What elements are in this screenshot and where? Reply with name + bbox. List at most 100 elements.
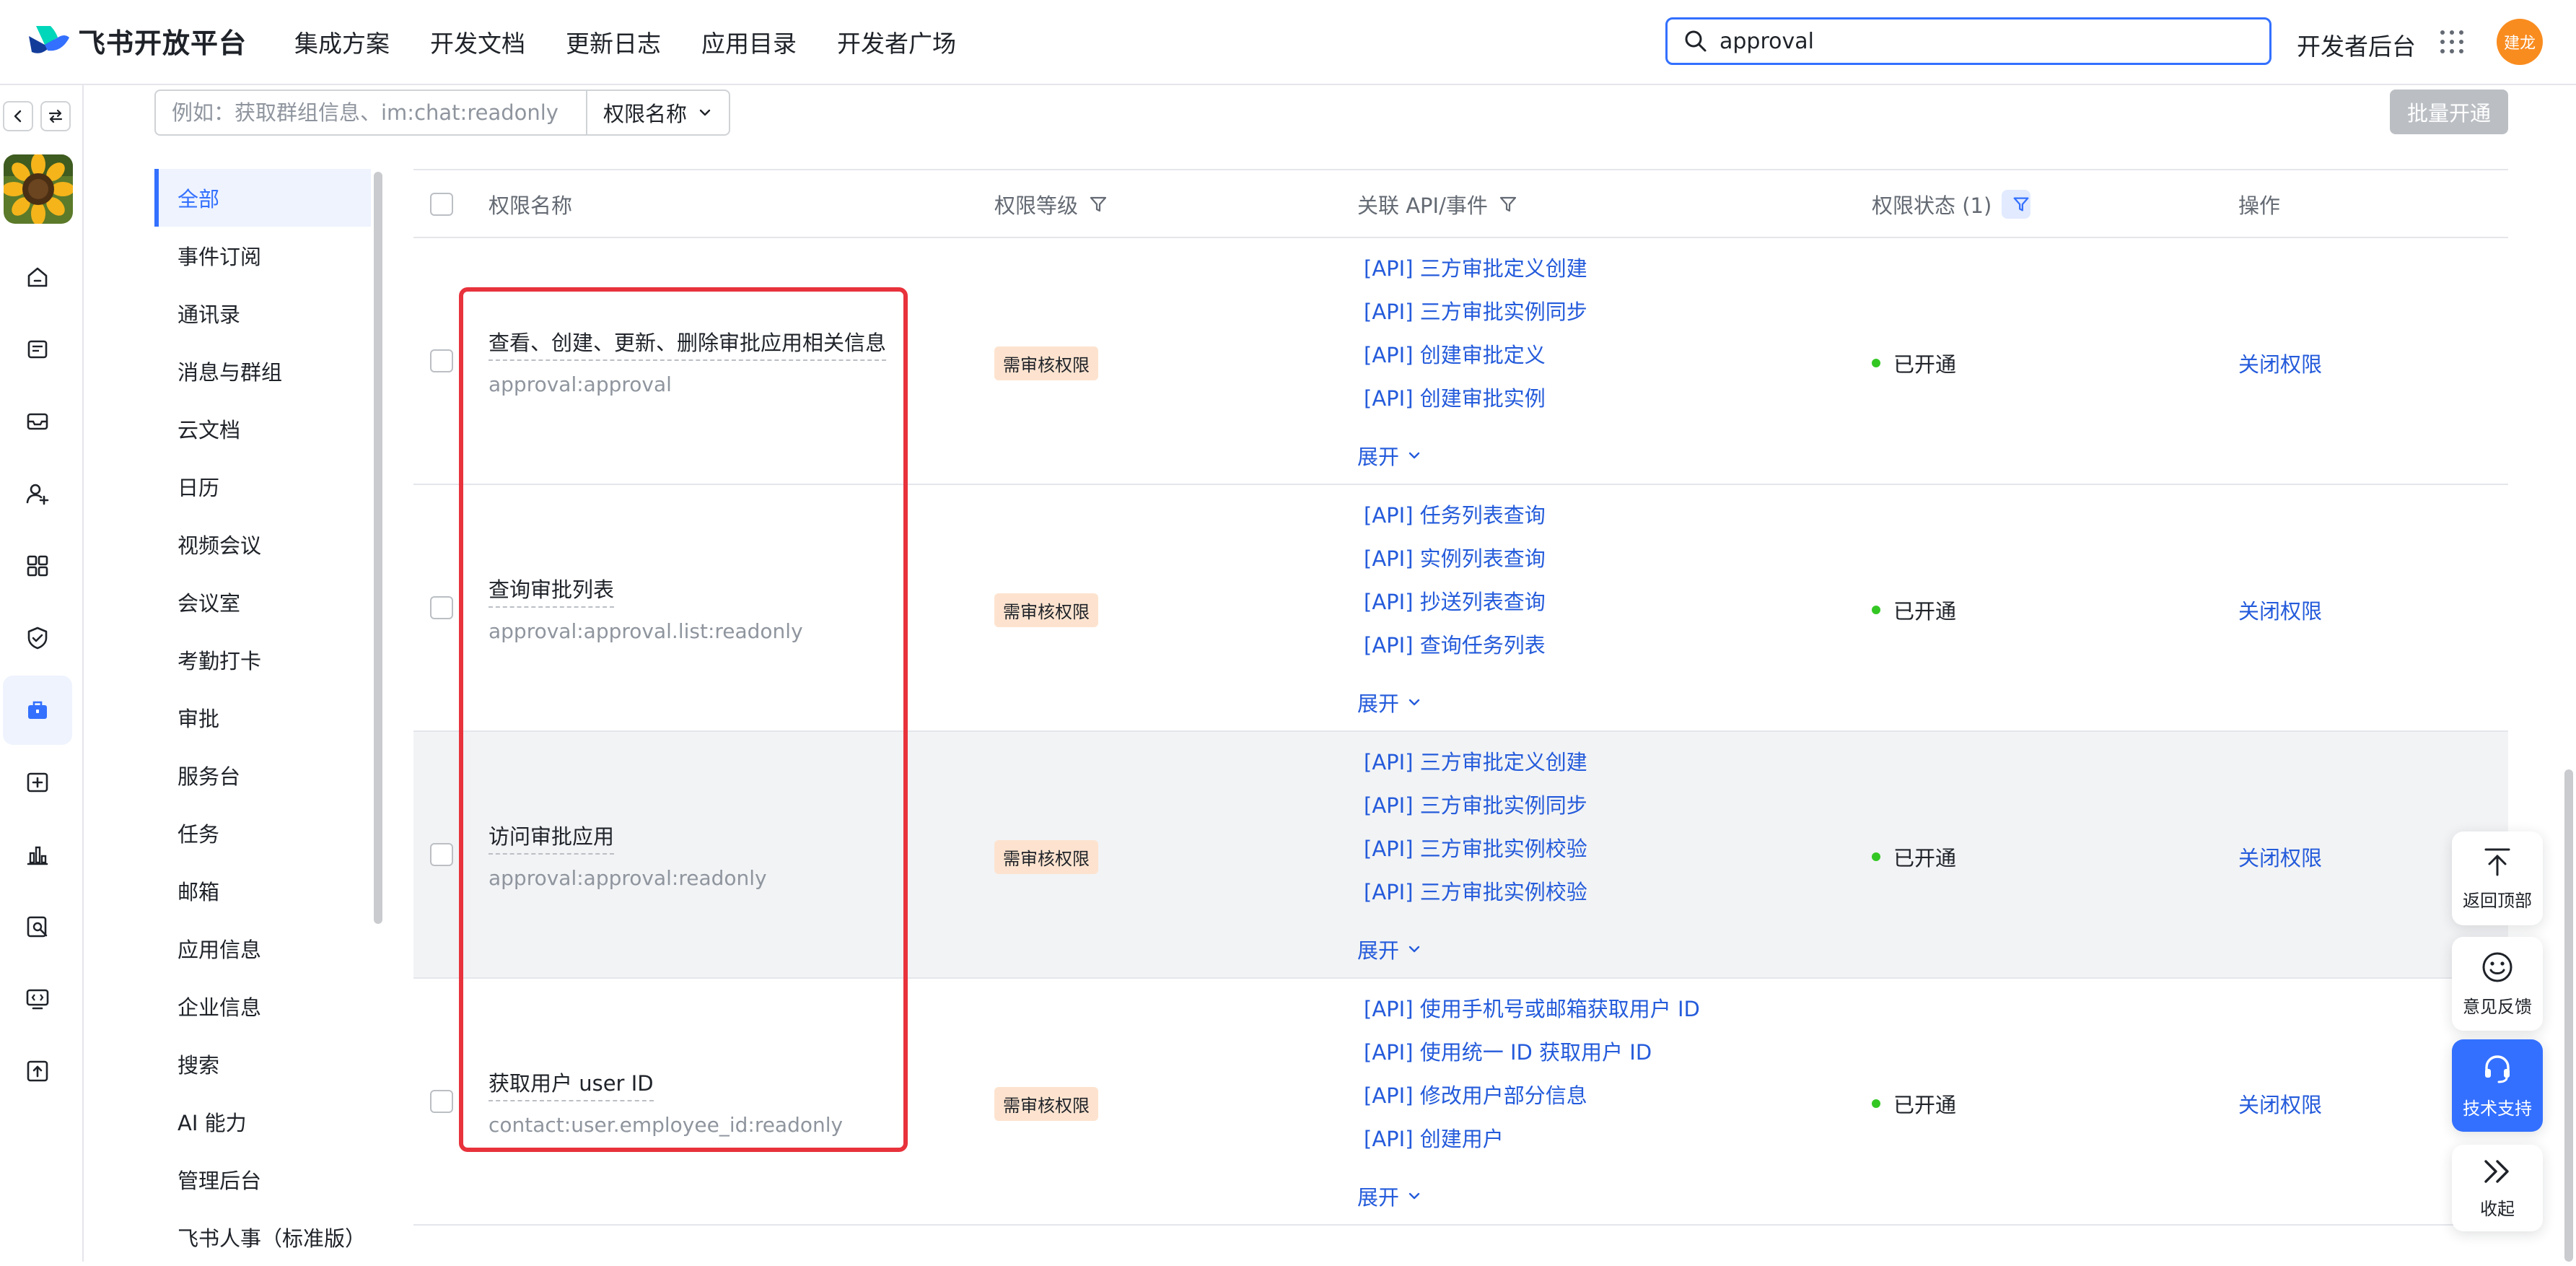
api-link[interactable]: [API] 三方审批定义创建 bbox=[1364, 247, 1587, 290]
category-item-events[interactable]: 事件订阅 bbox=[154, 227, 371, 284]
app-avatar[interactable] bbox=[4, 154, 73, 224]
api-link[interactable]: [API] 修改用户部分信息 bbox=[1364, 1074, 1700, 1117]
monitor-code-icon[interactable] bbox=[25, 986, 51, 1012]
table-header: 权限名称 权限等级 关联 API/事件 权限状态 (1) 操作 bbox=[413, 169, 2508, 238]
api-link[interactable]: [API] 三方审批实例同步 bbox=[1364, 290, 1587, 333]
category-item-mail[interactable]: 邮箱 bbox=[154, 862, 371, 920]
permission-filter-input[interactable] bbox=[172, 100, 576, 125]
top-bar: 飞书开放平台 集成方案 开发文档 更新日志 应用目录 开发者广场 开发者后台 建… bbox=[0, 0, 2576, 85]
filter-type-value: 权限名称 bbox=[603, 102, 688, 126]
inbox-icon[interactable] bbox=[25, 409, 51, 435]
add-box-icon[interactable] bbox=[25, 769, 51, 795]
category-item-ai[interactable]: AI 能力 bbox=[154, 1093, 371, 1151]
apps-grid-icon[interactable] bbox=[2439, 29, 2465, 55]
feedback-label: 意见反馈 bbox=[2463, 996, 2532, 1017]
nav-item-developer-plaza[interactable]: 开发者广场 bbox=[837, 25, 956, 59]
category-item-meeting-room[interactable]: 会议室 bbox=[154, 573, 371, 631]
category-item-messages[interactable]: 消息与群组 bbox=[154, 342, 371, 400]
filter-funnel-icon[interactable] bbox=[1088, 194, 1108, 214]
api-link[interactable]: [API] 三方审批实例同步 bbox=[1364, 784, 1587, 827]
row-checkbox[interactable] bbox=[430, 349, 453, 372]
filter-funnel-icon[interactable] bbox=[1498, 194, 1518, 214]
upload-icon[interactable] bbox=[25, 1058, 51, 1084]
nav-item-app-directory[interactable]: 应用目录 bbox=[701, 25, 797, 59]
category-item-hr[interactable]: 飞书人事（标准版） bbox=[154, 1208, 371, 1266]
status-dot bbox=[1872, 852, 1880, 861]
apps-icon[interactable] bbox=[25, 553, 51, 579]
feedback-button[interactable]: 意见反馈 bbox=[2452, 937, 2543, 1031]
document-icon[interactable] bbox=[25, 336, 51, 362]
permission-filter-field[interactable] bbox=[154, 90, 587, 136]
api-link[interactable]: [API] 创建审批实例 bbox=[1364, 377, 1587, 420]
category-scrollbar[interactable] bbox=[374, 172, 382, 924]
category-item-search[interactable]: 搜索 bbox=[154, 1035, 371, 1093]
category-item-tasks[interactable]: 任务 bbox=[154, 804, 371, 862]
api-link[interactable]: [API] 抄送列表查询 bbox=[1364, 580, 1546, 624]
user-avatar[interactable]: 建龙 bbox=[2497, 19, 2543, 65]
expand-apis-button[interactable]: 展开 bbox=[1357, 934, 1422, 964]
back-button[interactable] bbox=[3, 101, 33, 131]
sunflower-image bbox=[4, 154, 73, 224]
api-link[interactable]: [API] 使用统一 ID 获取用户 ID bbox=[1364, 1031, 1700, 1074]
chevron-down-icon bbox=[1409, 699, 1420, 706]
category-item-docs[interactable]: 云文档 bbox=[154, 400, 371, 458]
tech-support-label: 技术支持 bbox=[2463, 1098, 2532, 1119]
home-icon[interactable] bbox=[25, 264, 51, 290]
expand-label: 展开 bbox=[1357, 938, 1400, 963]
expand-apis-button[interactable]: 展开 bbox=[1357, 1181, 1422, 1211]
api-link[interactable]: [API] 查询任务列表 bbox=[1364, 624, 1546, 667]
close-permission-link[interactable]: 关闭权限 bbox=[2238, 352, 2322, 377]
expand-label: 展开 bbox=[1357, 1185, 1400, 1210]
api-link[interactable]: [API] 使用手机号或邮箱获取用户 ID bbox=[1364, 987, 1700, 1031]
bar-chart-icon[interactable] bbox=[25, 842, 51, 868]
tech-support-button[interactable]: 技术支持 bbox=[2452, 1039, 2543, 1132]
category-item-all[interactable]: 全部 bbox=[154, 169, 371, 227]
api-link[interactable]: [API] 创建审批定义 bbox=[1364, 333, 1587, 377]
page-scrollbar[interactable] bbox=[2564, 769, 2573, 1262]
search-doc-icon[interactable] bbox=[25, 914, 51, 940]
search-input[interactable] bbox=[1719, 28, 2225, 54]
select-all-checkbox[interactable] bbox=[430, 193, 453, 216]
api-link[interactable]: [API] 任务列表查询 bbox=[1364, 494, 1546, 537]
expand-apis-button[interactable]: 展开 bbox=[1357, 687, 1422, 717]
collapse-tools-button[interactable]: 收起 bbox=[2452, 1145, 2543, 1231]
brand-logo[interactable]: 飞书开放平台 bbox=[26, 20, 247, 61]
expand-apis-button[interactable]: 展开 bbox=[1357, 440, 1422, 471]
nav-item-solutions[interactable]: 集成方案 bbox=[294, 25, 390, 59]
category-item-helpdesk[interactable]: 服务台 bbox=[154, 746, 371, 804]
global-search[interactable] bbox=[1665, 17, 2271, 65]
switch-app-button[interactable] bbox=[40, 101, 71, 131]
batch-enable-button[interactable]: 批量开通 bbox=[2390, 90, 2508, 134]
category-item-admin[interactable]: 管理后台 bbox=[154, 1151, 371, 1208]
add-user-icon[interactable] bbox=[25, 481, 51, 507]
row-checkbox[interactable] bbox=[430, 843, 453, 866]
category-item-company-info[interactable]: 企业信息 bbox=[154, 977, 371, 1035]
close-permission-link[interactable]: 关闭权限 bbox=[2238, 599, 2322, 624]
api-link[interactable]: [API] 实例列表查询 bbox=[1364, 537, 1546, 580]
category-item-calendar[interactable]: 日历 bbox=[154, 458, 371, 515]
category-item-attendance[interactable]: 考勤打卡 bbox=[154, 631, 371, 689]
row-checkbox[interactable] bbox=[430, 596, 453, 619]
briefcase-icon[interactable] bbox=[25, 697, 51, 723]
category-item-app-info[interactable]: 应用信息 bbox=[154, 920, 371, 977]
category-item-approval[interactable]: 审批 bbox=[154, 689, 371, 746]
nav-item-docs[interactable]: 开发文档 bbox=[430, 25, 525, 59]
status-filter-button[interactable] bbox=[2002, 190, 2031, 219]
nav-item-changelog[interactable]: 更新日志 bbox=[566, 25, 661, 59]
close-permission-link[interactable]: 关闭权限 bbox=[2238, 1093, 2322, 1117]
developer-console-link[interactable]: 开发者后台 bbox=[2297, 27, 2416, 62]
api-link[interactable]: [API] 三方审批实例校验 bbox=[1364, 827, 1587, 870]
header-permission-level: 权限等级 bbox=[994, 193, 1079, 218]
app-sidebar-rail bbox=[0, 85, 84, 1262]
annotation-highlight-box bbox=[459, 287, 908, 1152]
api-link[interactable]: [API] 三方审批定义创建 bbox=[1364, 741, 1587, 784]
row-checkbox[interactable] bbox=[430, 1090, 453, 1113]
api-link[interactable]: [API] 三方审批实例校验 bbox=[1364, 870, 1587, 914]
category-item-contacts[interactable]: 通讯录 bbox=[154, 284, 371, 342]
filter-type-select[interactable]: 权限名称 bbox=[586, 90, 730, 136]
api-link[interactable]: [API] 创建用户 bbox=[1364, 1117, 1700, 1161]
shield-icon[interactable] bbox=[25, 625, 51, 651]
close-permission-link[interactable]: 关闭权限 bbox=[2238, 846, 2322, 870]
category-item-video-meeting[interactable]: 视频会议 bbox=[154, 515, 371, 573]
back-to-top-button[interactable]: 返回顶部 bbox=[2452, 831, 2543, 925]
